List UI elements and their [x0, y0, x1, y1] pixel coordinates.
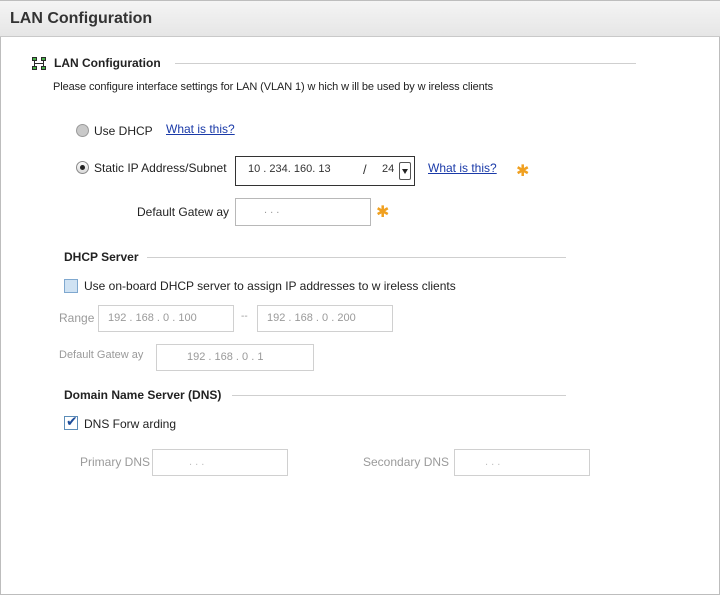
range-end-value: 192 . 168 . 0 . 200: [267, 312, 356, 324]
what-is-this-static-link[interactable]: What is this?: [428, 161, 497, 175]
dhcp-gateway-value: 192 . 168 . 0 . 1: [187, 351, 264, 363]
lan-gateway-input[interactable]: . . .: [235, 198, 371, 226]
static-ip-value: 10 . 234. 160. 13: [248, 163, 331, 175]
primary-dns-value: . . .: [189, 456, 205, 468]
range-separator: --: [241, 311, 248, 322]
dhcp-server-checkbox-label: Use on-board DHCP server to assign IP ad…: [84, 279, 456, 293]
secondary-dns-value: . . .: [485, 456, 501, 468]
primary-dns-label: Primary DNS: [80, 455, 151, 469]
dns-forwarding-label: DNS Forw arding: [84, 417, 177, 431]
range-start-input[interactable]: 192 . 168 . 0 . 100: [98, 305, 234, 332]
secondary-dns-input[interactable]: . . .: [454, 449, 590, 476]
use-dhcp-radio[interactable]: [76, 124, 89, 137]
static-ip-radio[interactable]: [76, 161, 89, 174]
dhcp-gateway-label: Default Gatew ay: [59, 349, 144, 361]
subnet-slash: /: [363, 162, 367, 177]
lan-description: Please configure interface settings for …: [53, 81, 493, 93]
subnet-prefix-value: 24: [382, 163, 395, 175]
dns-section-title: Domain Name Server (DNS): [64, 388, 222, 402]
what-is-this-dhcp-link[interactable]: What is this?: [166, 122, 235, 136]
window-title-bar: LAN Configuration: [0, 0, 720, 37]
range-label: Range: [59, 311, 95, 325]
required-star-icon: ✱: [376, 202, 390, 221]
dns-forwarding-checkbox[interactable]: [64, 414, 78, 430]
window-title: LAN Configuration: [10, 10, 153, 27]
use-dhcp-label: Use DHCP: [94, 124, 153, 138]
static-ip-input[interactable]: 10 . 234. 160. 13 / 24: [235, 156, 415, 186]
lan-gateway-label: Default Gatew ay: [137, 205, 230, 219]
lan-gateway-value: . . .: [264, 204, 280, 216]
dhcp-server-checkbox[interactable]: [64, 279, 78, 293]
dhcp-section-title: DHCP Server: [64, 250, 139, 264]
subnet-prefix-dropdown[interactable]: [399, 162, 411, 180]
required-star-icon: ✱: [516, 161, 530, 180]
primary-dns-input[interactable]: . . .: [152, 449, 288, 476]
lan-section-divider: [175, 63, 636, 64]
range-end-input[interactable]: 192 . 168 . 0 . 200: [257, 305, 393, 332]
lan-section-title: LAN Configuration: [54, 56, 161, 70]
dhcp-gateway-input[interactable]: 192 . 168 . 0 . 1: [156, 344, 314, 371]
dhcp-section-divider: [147, 257, 566, 258]
network-icon: [32, 57, 46, 70]
dns-section-divider: [232, 395, 566, 396]
range-start-value: 192 . 168 . 0 . 100: [108, 312, 197, 324]
secondary-dns-label: Secondary DNS: [363, 455, 450, 469]
static-ip-label: Static IP Address/Subnet: [94, 161, 227, 175]
